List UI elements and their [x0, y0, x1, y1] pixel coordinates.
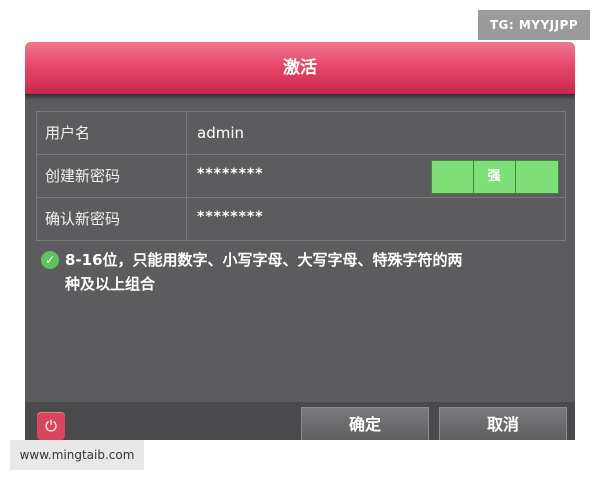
strength-segment	[432, 161, 474, 193]
password-hint: ✓ 8-16位，只能用数字、小写字母、大写字母、特殊字符的两 种及以上组合	[41, 248, 561, 296]
strength-segment-label: 强	[474, 161, 516, 193]
strength-segment	[516, 161, 558, 193]
activation-form: 用户名 admin 创建新密码 ******** 强 确认新密码 *******…	[36, 111, 566, 241]
ok-button[interactable]: 确定	[301, 407, 429, 440]
new-password-label: 创建新密码	[37, 155, 187, 197]
hint-line-1: 8-16位，只能用数字、小写字母、大写字母、特殊字符的两	[65, 251, 463, 269]
new-password-field[interactable]: ******** 强	[187, 155, 565, 197]
cancel-button[interactable]: 取消	[439, 407, 567, 440]
username-label: 用户名	[37, 112, 187, 154]
page: TG: MYYJJPP 激活 用户名 admin 创建新密码 ******** …	[0, 0, 600, 480]
activation-dialog: 激活 用户名 admin 创建新密码 ******** 强 确认新密码 ****…	[25, 42, 575, 440]
username-row: 用户名 admin	[37, 112, 565, 155]
new-password-value: ********	[197, 166, 264, 182]
confirm-password-label: 确认新密码	[37, 198, 187, 240]
password-strength-meter: 强	[431, 160, 559, 194]
password-hint-text: 8-16位，只能用数字、小写字母、大写字母、特殊字符的两 种及以上组合	[65, 248, 463, 296]
confirm-password-row: 确认新密码 ********	[37, 198, 565, 240]
check-circle-icon: ✓	[41, 251, 59, 269]
power-icon[interactable]: ⏻	[37, 412, 65, 440]
hint-line-2: 种及以上组合	[65, 275, 156, 293]
watermark-url: www.mingtaib.com	[10, 440, 144, 470]
watermark-tag: TG: MYYJJPP	[478, 10, 590, 40]
confirm-password-value: ********	[197, 209, 264, 225]
title-divider	[25, 94, 575, 100]
new-password-row: 创建新密码 ******** 强	[37, 155, 565, 198]
username-field[interactable]: admin	[187, 112, 565, 154]
confirm-password-field[interactable]: ********	[187, 198, 565, 240]
dialog-title: 激活	[25, 42, 575, 94]
